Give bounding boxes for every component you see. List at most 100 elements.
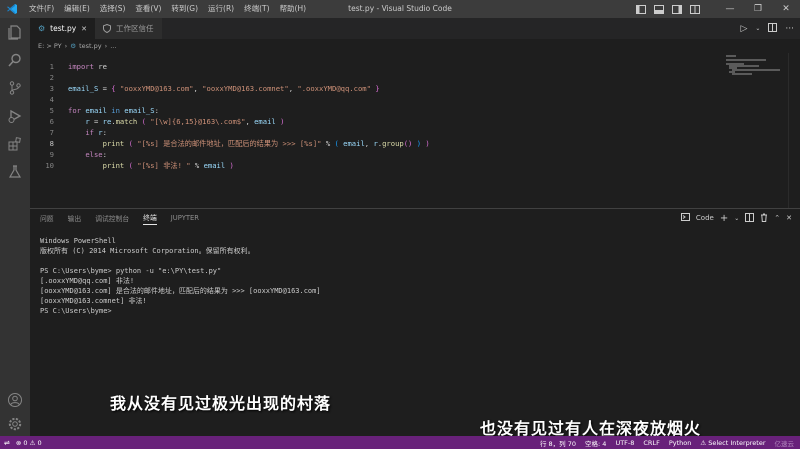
explorer-icon[interactable] bbox=[0, 18, 30, 46]
breadcrumb: E: > PY › ⚙ test.py › ... bbox=[38, 40, 116, 52]
minimize-button[interactable]: — bbox=[716, 0, 744, 18]
code-line[interactable]: 7 if r: bbox=[30, 127, 730, 138]
code-text: print ( "[%s] 非法! " % email ) bbox=[68, 160, 234, 171]
customize-layout-icon[interactable] bbox=[686, 0, 704, 18]
chevron-down-icon[interactable]: ⌄ bbox=[734, 215, 739, 222]
testing-flask-icon[interactable] bbox=[0, 158, 30, 186]
code-line[interactable]: 8 print ( "[%s] 是合法的邮件地址，匹配后的结果为 >>> [%s… bbox=[30, 138, 730, 149]
menu-help[interactable]: 帮助(H) bbox=[275, 0, 312, 18]
code-token: group bbox=[382, 139, 404, 148]
warning-icon: ⚠ bbox=[700, 438, 707, 447]
code-token: "ooxxYMD@163.comnet" bbox=[202, 84, 289, 93]
breadcrumb-folder[interactable]: E: > PY bbox=[38, 42, 62, 50]
menu-selection[interactable]: 选择(S) bbox=[95, 0, 131, 18]
line-number: 1 bbox=[49, 62, 54, 71]
chevron-up-icon[interactable]: ⌃ bbox=[774, 214, 780, 222]
error-icon: ⊗ bbox=[15, 438, 22, 447]
menu-file[interactable]: 文件(F) bbox=[24, 0, 59, 18]
code-token: : bbox=[102, 128, 107, 137]
tab-jupyter[interactable]: JUPYTER bbox=[171, 214, 199, 222]
code-line[interactable]: 6 r = re.match ( "[\w]{6,15}@163\.com$",… bbox=[30, 116, 730, 127]
code-token: % bbox=[321, 139, 335, 148]
menu-terminal[interactable]: 终端(T) bbox=[239, 0, 274, 18]
close-panel-icon[interactable]: ✕ bbox=[786, 214, 792, 222]
source-control-icon[interactable] bbox=[0, 74, 30, 102]
run-debug-icon[interactable] bbox=[0, 102, 30, 130]
code-token: , bbox=[193, 84, 203, 93]
tab-test-py[interactable]: ⚙ test.py ✕ bbox=[30, 18, 96, 39]
menu-run[interactable]: 运行(R) bbox=[203, 0, 239, 18]
tab-problems[interactable]: 问题 bbox=[40, 213, 54, 223]
code-text: for email in email_S: bbox=[68, 105, 159, 116]
code-line[interactable]: 3 email_S = { "ooxxYMD@163.com", "ooxxYMD… bbox=[30, 83, 730, 94]
menu-edit[interactable]: 编辑(E) bbox=[59, 0, 95, 18]
error-count: 0 bbox=[23, 438, 28, 447]
tab-terminal[interactable]: 终端 bbox=[143, 212, 157, 225]
layout-secondary-sidebar-icon[interactable] bbox=[668, 0, 686, 18]
code-token: , bbox=[245, 117, 255, 126]
tab-workspace-trust[interactable]: 工作区信任 bbox=[95, 18, 162, 39]
run-python-file-icon[interactable]: ▷ bbox=[740, 24, 747, 34]
editor-scrollbar[interactable] bbox=[788, 53, 798, 208]
code-line[interactable]: 9 else: bbox=[30, 149, 730, 160]
menu-view[interactable]: 查看(V) bbox=[130, 0, 166, 18]
terminal-output[interactable]: Windows PowerShell 版权所有 (C) 2014 Microso… bbox=[40, 236, 321, 316]
breadcrumb-symbol[interactable]: ... bbox=[110, 42, 116, 50]
layout-panel-icon[interactable] bbox=[650, 0, 668, 18]
terminal-line: [ooxxYMD@163.comnet] 非法! bbox=[40, 297, 147, 305]
code-token: = bbox=[98, 84, 112, 93]
code-line[interactable]: 4 bbox=[30, 94, 730, 105]
remote-icon[interactable]: ⇌ bbox=[4, 439, 10, 447]
cursor-position[interactable]: 行 8，列 70 bbox=[540, 438, 576, 448]
code-token: match bbox=[115, 117, 138, 126]
tab-output[interactable]: 输出 bbox=[68, 213, 82, 223]
code-token: in bbox=[111, 106, 120, 115]
python-file-icon: ⚙ bbox=[38, 24, 46, 33]
search-icon[interactable] bbox=[0, 46, 30, 74]
new-terminal-icon[interactable]: + bbox=[720, 213, 728, 224]
encoding[interactable]: UTF-8 bbox=[615, 439, 634, 447]
code-token: if bbox=[85, 128, 94, 137]
code-text: import re bbox=[68, 61, 107, 72]
menu-go[interactable]: 转到(G) bbox=[166, 0, 203, 18]
terminal-selector[interactable]: Code bbox=[696, 214, 714, 222]
more-actions-icon[interactable]: ··· bbox=[785, 24, 794, 34]
breadcrumb-file[interactable]: test.py bbox=[79, 42, 102, 50]
code-token: : bbox=[154, 106, 159, 115]
code-token: "[\w]{6,15}@163\.com$" bbox=[150, 117, 246, 126]
problems-indicator[interactable]: ⊗ 0 ⚠ 0 bbox=[16, 439, 42, 447]
menu-bar: 文件(F) 编辑(E) 选择(S) 查看(V) 转到(G) 运行(R) 终端(T… bbox=[24, 0, 311, 18]
extensions-icon[interactable] bbox=[0, 130, 30, 158]
split-terminal-icon[interactable] bbox=[745, 212, 755, 224]
minimap[interactable] bbox=[726, 53, 786, 93]
code-token: import bbox=[68, 62, 94, 71]
code-line[interactable]: 5 for email in email_S: bbox=[30, 105, 730, 116]
line-number: 2 bbox=[49, 73, 54, 82]
layout-sidebar-icon[interactable] bbox=[632, 0, 650, 18]
restore-button[interactable]: ❐ bbox=[744, 0, 772, 18]
code-text: r = re.match ( "[\w]{6,15}@163\.com$", e… bbox=[68, 116, 284, 127]
indentation[interactable]: 空格: 4 bbox=[585, 438, 606, 448]
chevron-down-icon[interactable]: ⌄ bbox=[755, 25, 760, 32]
panel-tab-bar: 问题 输出 调试控制台 终端 JUPYTER bbox=[40, 209, 199, 227]
code-editor[interactable]: 1 import re 2 3 email_S = { "ooxxYMD@163.com… bbox=[30, 53, 800, 208]
code-token: email bbox=[254, 117, 276, 126]
close-button[interactable]: ✕ bbox=[772, 0, 800, 18]
interpreter-selector[interactable]: ⚠ Select Interpreter bbox=[700, 439, 765, 447]
tab-debug-console[interactable]: 调试控制台 bbox=[95, 213, 129, 223]
close-tab-icon[interactable]: ✕ bbox=[81, 25, 87, 33]
code-line[interactable]: 10 print ( "[%s] 非法! " % email ) bbox=[30, 160, 730, 171]
code-line[interactable]: 1 import re bbox=[30, 61, 730, 72]
settings-gear-icon[interactable] bbox=[0, 410, 30, 438]
language-mode[interactable]: Python bbox=[669, 439, 692, 447]
split-editor-icon[interactable] bbox=[768, 22, 778, 35]
code-line[interactable]: 2 bbox=[30, 72, 730, 83]
end-of-line[interactable]: CRLF bbox=[643, 439, 659, 447]
code-token: email_S bbox=[68, 84, 99, 93]
vscode-logo-icon bbox=[0, 0, 24, 18]
trash-icon[interactable] bbox=[760, 213, 768, 224]
terminal-line: [ooxxYMD@163.com] 是合法的邮件地址，匹配后的结果为 >>> [… bbox=[40, 287, 321, 295]
